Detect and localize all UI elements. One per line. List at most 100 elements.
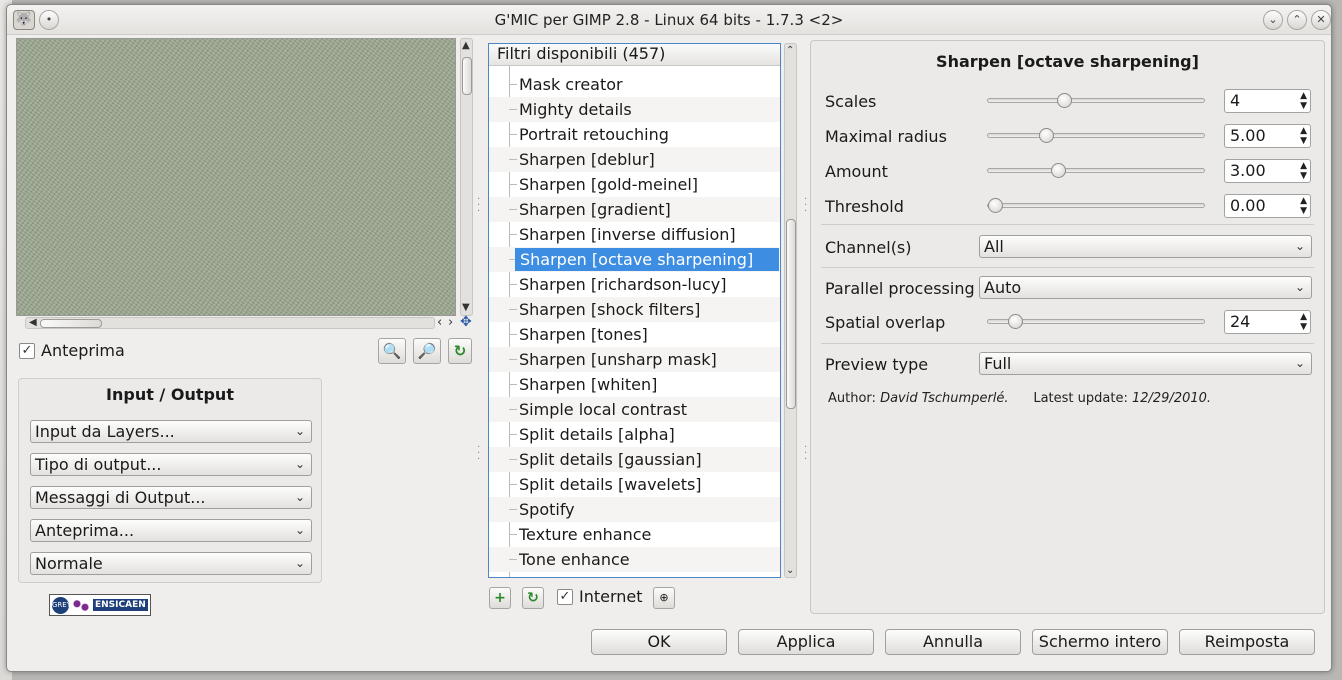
hscroll-thumb[interactable] bbox=[40, 319, 102, 328]
scroll-down-icon[interactable]: ▼ bbox=[462, 303, 470, 313]
preview-image[interactable] bbox=[16, 38, 456, 316]
tree-branch bbox=[509, 309, 517, 310]
filter-item[interactable]: Sharpen [deblur] bbox=[489, 147, 780, 172]
chevron-down-icon: ⌄ bbox=[1294, 280, 1305, 294]
internet-checkbox-row[interactable]: ✓ Internet bbox=[557, 587, 643, 606]
preview-checkbox-row[interactable]: ✓ Anteprima bbox=[19, 341, 125, 360]
preview-type-combo[interactable]: Full ⌄ bbox=[979, 352, 1312, 375]
filter-item[interactable]: Sharpen [inverse diffusion] bbox=[489, 222, 780, 247]
param-slider-handle[interactable] bbox=[1039, 128, 1054, 143]
filter-item[interactable]: Spotify bbox=[489, 497, 780, 522]
preview-mode-combo[interactable]: Anteprima... ⌄ bbox=[30, 519, 312, 542]
filter-item[interactable]: Sharpen [richardson-lucy] bbox=[489, 272, 780, 297]
cancel-button[interactable]: Annulla bbox=[885, 629, 1021, 655]
filter-item-selected[interactable]: Sharpen [octave sharpening] bbox=[489, 247, 780, 272]
pane-splitter-left-lower[interactable]: · · · bbox=[477, 443, 480, 465]
filter-item[interactable]: Sharpen [tones] bbox=[489, 322, 780, 347]
refresh-preview-button[interactable]: ↻ bbox=[448, 338, 472, 364]
chevron-down-icon: ⌄ bbox=[294, 424, 305, 438]
param-slider-handle[interactable] bbox=[988, 198, 1003, 213]
filter-item[interactable]: Split details [alpha] bbox=[489, 422, 780, 447]
ensicaen-logo[interactable]: GREYC ENSICAEN bbox=[49, 594, 151, 616]
param-slider[interactable] bbox=[987, 128, 1205, 143]
zoom-in-button[interactable]: 🔎 bbox=[413, 338, 441, 364]
zoom-out-button[interactable]: 🔍 bbox=[378, 338, 406, 364]
scroll-up-icon[interactable]: ⌃ bbox=[786, 46, 794, 56]
update-date: 12/29/2010. bbox=[1131, 391, 1212, 406]
filter-item[interactable]: Split details [wavelets] bbox=[489, 472, 780, 497]
filter-item[interactable]: Mighty details bbox=[489, 97, 780, 122]
param-label: Maximal radius bbox=[825, 127, 947, 146]
scroll-up-icon[interactable]: ▲ bbox=[462, 41, 470, 51]
ok-button[interactable]: OK bbox=[591, 629, 727, 655]
filter-item-label: Spotify bbox=[519, 500, 575, 519]
scroll-thumb[interactable] bbox=[462, 57, 472, 95]
scroll-left-icon[interactable]: ◀ bbox=[29, 318, 37, 328]
overlap-slider-handle[interactable] bbox=[1008, 314, 1023, 329]
pane-splitter-left[interactable]: · · · bbox=[477, 195, 480, 217]
filter-item[interactable]: Portrait retouching bbox=[489, 122, 780, 147]
spin-arrows-icon[interactable]: ▲ ▼ bbox=[1300, 161, 1307, 181]
param-spinbox[interactable]: 4 ▲ ▼ bbox=[1224, 89, 1311, 113]
input-layers-combo[interactable]: Input da Layers... ⌄ bbox=[30, 420, 312, 443]
maximize-icon[interactable]: ⌃ bbox=[1287, 10, 1307, 30]
filter-item[interactable]: Mask creator bbox=[489, 72, 780, 97]
greyc-logo-icon: GREYC bbox=[52, 596, 76, 614]
param-slider-handle[interactable] bbox=[1051, 163, 1066, 178]
spin-arrows-icon[interactable]: ▲ ▼ bbox=[1300, 312, 1307, 332]
spin-arrows-icon[interactable]: ▲ ▼ bbox=[1300, 91, 1307, 111]
preview-blend-combo[interactable]: Normale ⌄ bbox=[30, 552, 312, 575]
scroll-right-arrow-icon[interactable]: › bbox=[448, 316, 453, 329]
scroll-down-icon[interactable]: ⌄ bbox=[786, 566, 794, 576]
preview-horizontal-scrollbar[interactable]: ◀ bbox=[25, 317, 435, 329]
overlap-slider[interactable] bbox=[987, 314, 1205, 329]
spin-arrows-icon[interactable]: ▲ ▼ bbox=[1300, 196, 1307, 216]
filter-item-label: Simple local contrast bbox=[519, 400, 688, 419]
filter-item[interactable]: Simple local contrast bbox=[489, 397, 780, 422]
filter-item[interactable]: Sharpen [unsharp mask] bbox=[489, 347, 780, 372]
filter-list-scrollbar[interactable]: ⌃ ⌄ bbox=[784, 43, 797, 578]
logo-dots-icon bbox=[71, 596, 91, 614]
param-spinbox[interactable]: 0.00 ▲ ▼ bbox=[1224, 194, 1311, 218]
param-spinbox[interactable]: 3.00 ▲ ▼ bbox=[1224, 159, 1311, 183]
fullscreen-button[interactable]: Schermo intero bbox=[1032, 629, 1168, 655]
filter-list-header[interactable]: Filtri disponibili (457) bbox=[489, 44, 780, 66]
param-spinbox[interactable]: 5.00 ▲ ▼ bbox=[1224, 124, 1311, 148]
navigate-icon[interactable]: ✥ bbox=[460, 315, 472, 329]
param-slider[interactable] bbox=[987, 198, 1205, 213]
filter-item[interactable]: Sharpen [whiten] bbox=[489, 372, 780, 397]
output-messages-combo[interactable]: Messaggi di Output... ⌄ bbox=[30, 486, 312, 509]
reset-button[interactable]: Reimposta bbox=[1179, 629, 1315, 655]
tree-branch bbox=[509, 234, 517, 235]
filter-tree[interactable]: Filtri disponibili (457) Mask creator Mig… bbox=[488, 43, 781, 578]
apply-button[interactable]: Applica bbox=[738, 629, 874, 655]
internet-checkbox[interactable]: ✓ bbox=[557, 588, 573, 605]
scroll-left-arrow-icon[interactable]: ‹ bbox=[437, 316, 442, 329]
filter-item[interactable]: Sharpen [gradient] bbox=[489, 197, 780, 222]
channel-combo[interactable]: All ⌄ bbox=[979, 235, 1312, 258]
tree-branch bbox=[509, 534, 517, 535]
param-slider[interactable] bbox=[987, 163, 1205, 178]
expand-tree-button[interactable]: ⊕ bbox=[653, 587, 675, 609]
preview-vertical-scrollbar[interactable]: ▲ ▼ bbox=[460, 38, 473, 316]
refresh-filters-button[interactable]: ↻ bbox=[522, 587, 544, 609]
preview-checkbox[interactable]: ✓ bbox=[19, 342, 35, 359]
param-label: Amount bbox=[825, 162, 888, 181]
filter-scroll-thumb[interactable] bbox=[786, 219, 796, 409]
param-slider-handle[interactable] bbox=[1057, 93, 1072, 108]
filter-item[interactable]: Tone enhance bbox=[489, 547, 780, 572]
spin-arrows-icon[interactable]: ▲ ▼ bbox=[1300, 126, 1307, 146]
param-slider[interactable] bbox=[987, 93, 1205, 108]
filter-item[interactable]: Texture enhance bbox=[489, 522, 780, 547]
overlap-spinbox[interactable]: 24 ▲ ▼ bbox=[1224, 310, 1311, 334]
pane-splitter-right-lower[interactable]: · · · bbox=[804, 443, 807, 465]
filter-item[interactable]: Sharpen [shock filters] bbox=[489, 297, 780, 322]
filter-item[interactable]: Sharpen [gold-meinel] bbox=[489, 172, 780, 197]
minimize-icon[interactable]: ⌄ bbox=[1263, 10, 1283, 30]
close-icon[interactable]: ✕ bbox=[1311, 10, 1331, 30]
add-filter-button[interactable]: + bbox=[489, 587, 511, 609]
output-type-combo[interactable]: Tipo di output... ⌄ bbox=[30, 453, 312, 476]
filter-item[interactable]: Split details [gaussian] bbox=[489, 447, 780, 472]
pane-splitter-right[interactable]: · · · bbox=[804, 195, 807, 217]
parallel-combo[interactable]: Auto ⌄ bbox=[979, 276, 1312, 299]
